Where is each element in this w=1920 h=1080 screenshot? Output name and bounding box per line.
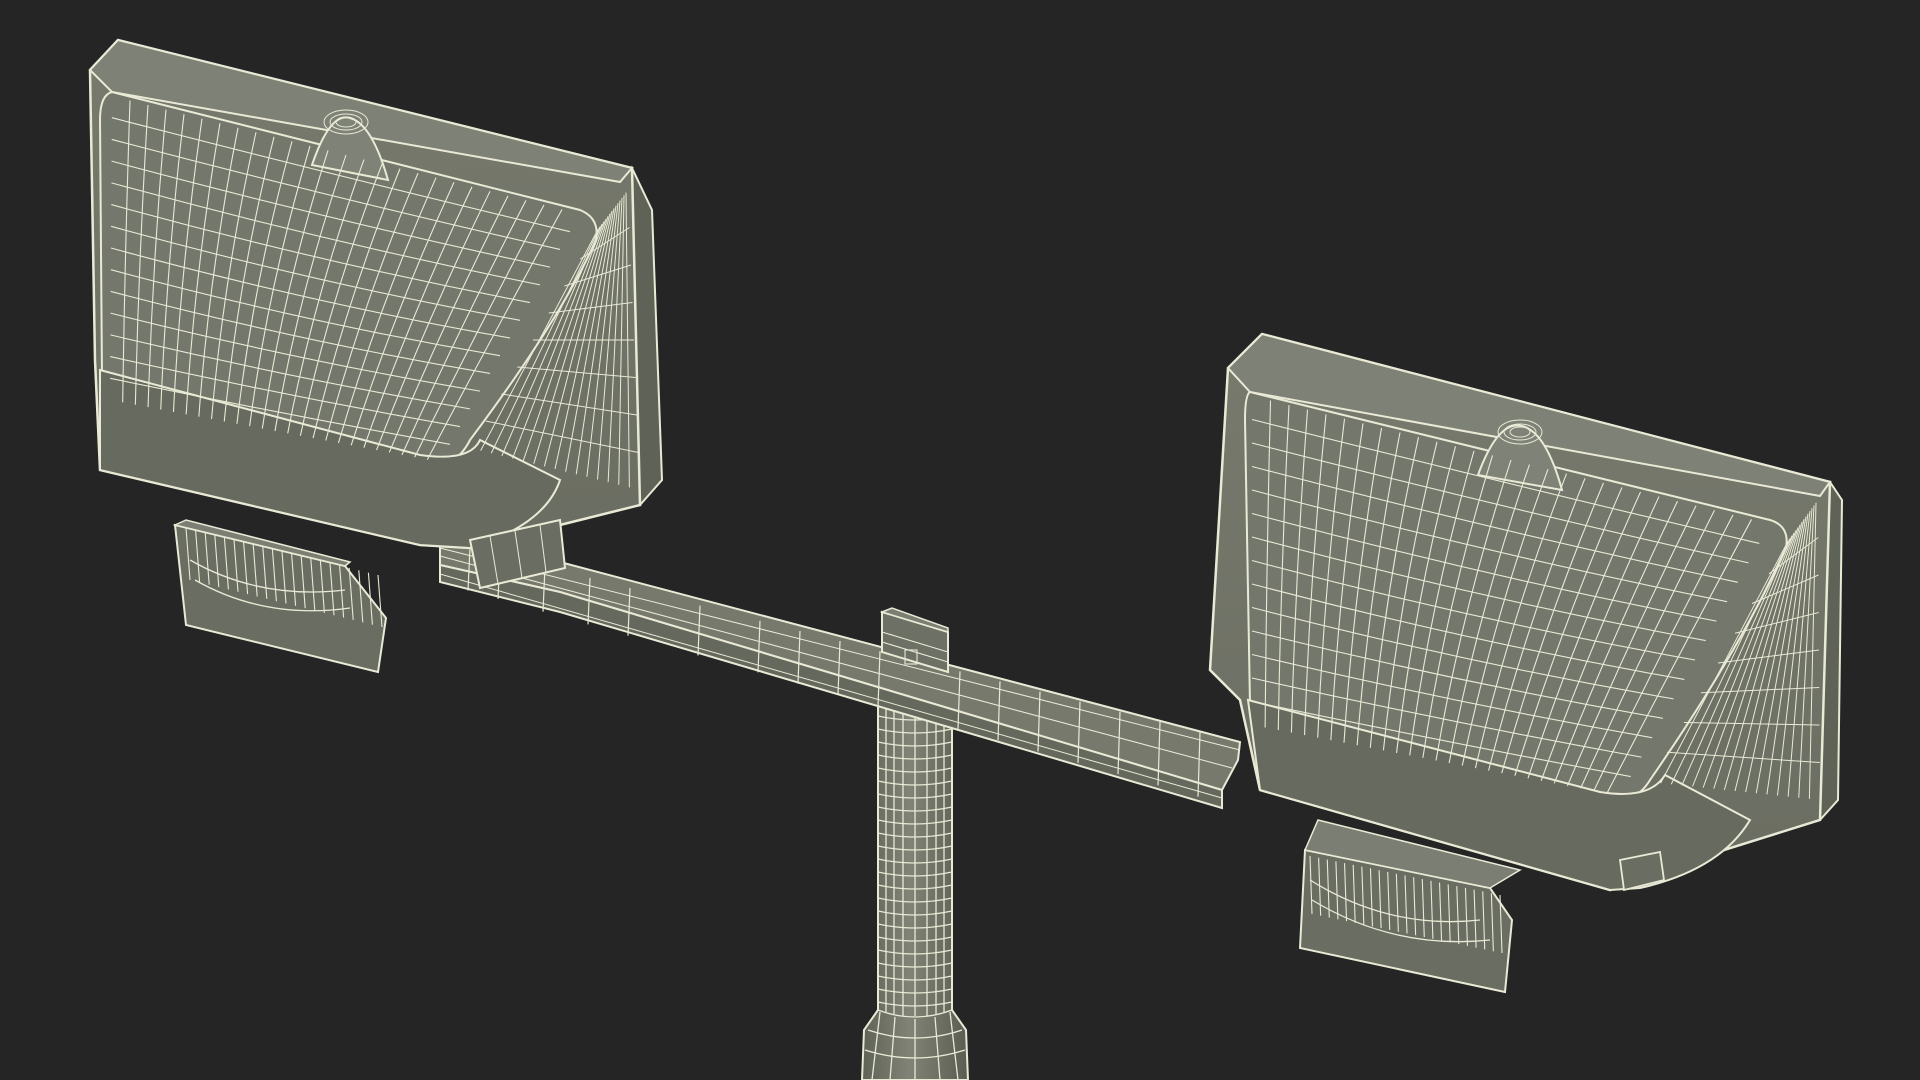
viewport-scene xyxy=(0,0,1920,1080)
pole xyxy=(860,689,970,1080)
